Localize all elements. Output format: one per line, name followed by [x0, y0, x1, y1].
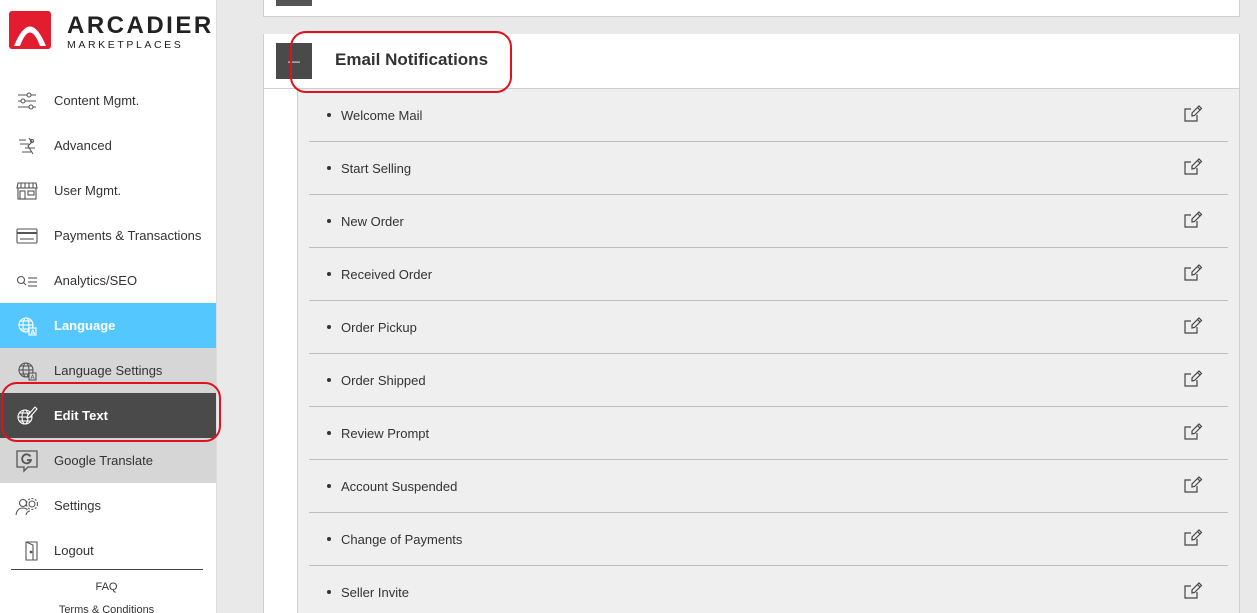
edit-icon[interactable] [1183, 475, 1203, 495]
sidebar-item-google-translate[interactable]: Google Translate [0, 438, 216, 483]
edit-icon[interactable] [1183, 581, 1203, 601]
sidebar-item-payments[interactable]: Payments & Transactions [0, 213, 216, 258]
arcadier-logo-icon [9, 11, 51, 49]
sliders-icon [15, 89, 39, 113]
sidebar-item-edit-text[interactable]: Edit Text [0, 393, 216, 438]
edit-icon[interactable] [1183, 210, 1203, 230]
sidebar-item-language-settings[interactable]: A Language Settings [0, 348, 216, 393]
sidebar-item-label: User Mgmt. [54, 183, 122, 198]
bullet-icon [327, 272, 331, 276]
faq-link[interactable]: FAQ [0, 581, 213, 593]
sidebar: ARCADIER MARKETPLACES Content Mgmt. Adva… [0, 0, 217, 613]
email-list-container: Welcome Mail Start Selling New Order Receiv… [297, 89, 1239, 613]
previous-panel-toggle[interactable] [276, 0, 312, 6]
sidebar-item-label: Settings [54, 498, 101, 513]
sidebar-item-settings[interactable]: Settings [0, 483, 216, 528]
list-item-label: Order Shipped [341, 372, 426, 388]
sidebar-item-logout[interactable]: Logout [0, 528, 216, 573]
brand-logo[interactable]: ARCADIER MARKETPLACES [9, 11, 211, 51]
brand-subtitle: MARKETPLACES [67, 39, 184, 51]
analytics-icon [15, 269, 39, 293]
sidebar-item-content-mgmt[interactable]: Content Mgmt. [0, 78, 216, 123]
sidebar-item-advanced[interactable]: Advanced [0, 123, 216, 168]
list-item[interactable]: New Order [309, 195, 1228, 248]
bullet-icon [327, 113, 331, 117]
bullet-icon [327, 537, 331, 541]
google-icon [15, 449, 39, 473]
bullet-icon [327, 325, 331, 329]
edit-icon[interactable] [1183, 157, 1203, 177]
list-item[interactable]: Order Pickup [309, 301, 1228, 354]
terms-link[interactable]: Terms & Conditions [0, 604, 213, 613]
card-icon [15, 224, 39, 248]
list-item-label: Welcome Mail [341, 107, 423, 123]
list-item-label: Start Selling [341, 160, 412, 176]
previous-panel [263, 0, 1240, 17]
bullet-icon [327, 484, 331, 488]
bullet-icon [327, 166, 331, 170]
sidebar-item-label: Advanced [54, 138, 112, 153]
list-item[interactable]: Start Selling [309, 142, 1228, 195]
edit-icon[interactable] [1183, 369, 1203, 389]
list-item[interactable]: Review Prompt [309, 407, 1228, 460]
bullet-icon [327, 378, 331, 382]
bullet-icon [327, 431, 331, 435]
storefront-icon [15, 179, 39, 203]
brand-name: ARCADIER [67, 12, 214, 39]
sidebar-item-label: Language Settings [54, 363, 163, 378]
edit-icon[interactable] [1183, 263, 1203, 283]
list-item[interactable]: Received Order [309, 248, 1228, 301]
list-item[interactable]: Change of Payments [309, 513, 1228, 566]
sidebar-nav: Content Mgmt. Advanced User Mgmt. Paymen… [0, 78, 216, 573]
sidebar-item-label: Logout [54, 543, 94, 558]
panel-header: — Email Notifications [264, 34, 1239, 89]
list-item-label: Seller Invite [341, 584, 409, 600]
users-gear-icon [15, 494, 39, 518]
list-item-label: Order Pickup [341, 319, 417, 335]
list-item[interactable]: Order Shipped [309, 354, 1228, 407]
panel-title: Email Notifications [335, 50, 489, 69]
list-item-label: New Order [341, 213, 404, 229]
advanced-icon [15, 134, 39, 158]
sidebar-item-label: Payments & Transactions [54, 228, 202, 243]
sidebar-divider [11, 569, 203, 570]
bullet-icon [327, 219, 331, 223]
globe-icon: A [15, 359, 39, 383]
list-item-label: Received Order [341, 266, 433, 282]
sidebar-item-label: Google Translate [54, 453, 154, 468]
svg-text:A: A [31, 329, 36, 336]
globe-icon: A [15, 314, 39, 338]
edit-icon[interactable] [1183, 528, 1203, 548]
edit-icon[interactable] [1183, 422, 1203, 442]
bullet-icon [327, 590, 331, 594]
edit-icon[interactable] [1183, 316, 1203, 336]
sidebar-item-label: Language [54, 318, 116, 333]
email-template-list: Welcome Mail Start Selling New Order Receiv… [309, 89, 1228, 613]
list-item-label: Account Suspended [341, 478, 458, 494]
list-item[interactable]: Account Suspended [309, 460, 1228, 513]
logout-icon [20, 539, 44, 563]
list-item-label: Review Prompt [341, 425, 430, 441]
list-item-label: Change of Payments [341, 531, 463, 547]
email-notifications-panel: — Email Notifications Welcome Mail Start … [263, 34, 1240, 613]
sidebar-item-label: Analytics/SEO [54, 273, 138, 288]
sidebar-item-user-mgmt[interactable]: User Mgmt. [0, 168, 216, 213]
edit-globe-icon [15, 404, 39, 428]
sidebar-item-label: Content Mgmt. [54, 93, 140, 108]
collapse-button[interactable]: — [276, 43, 312, 79]
sidebar-item-analytics[interactable]: Analytics/SEO [0, 258, 216, 303]
list-item[interactable]: Welcome Mail [309, 89, 1228, 142]
list-item[interactable]: Seller Invite [309, 566, 1228, 613]
sidebar-item-language[interactable]: A Language [0, 303, 216, 348]
sidebar-item-label: Edit Text [54, 408, 108, 423]
edit-icon[interactable] [1183, 104, 1203, 124]
